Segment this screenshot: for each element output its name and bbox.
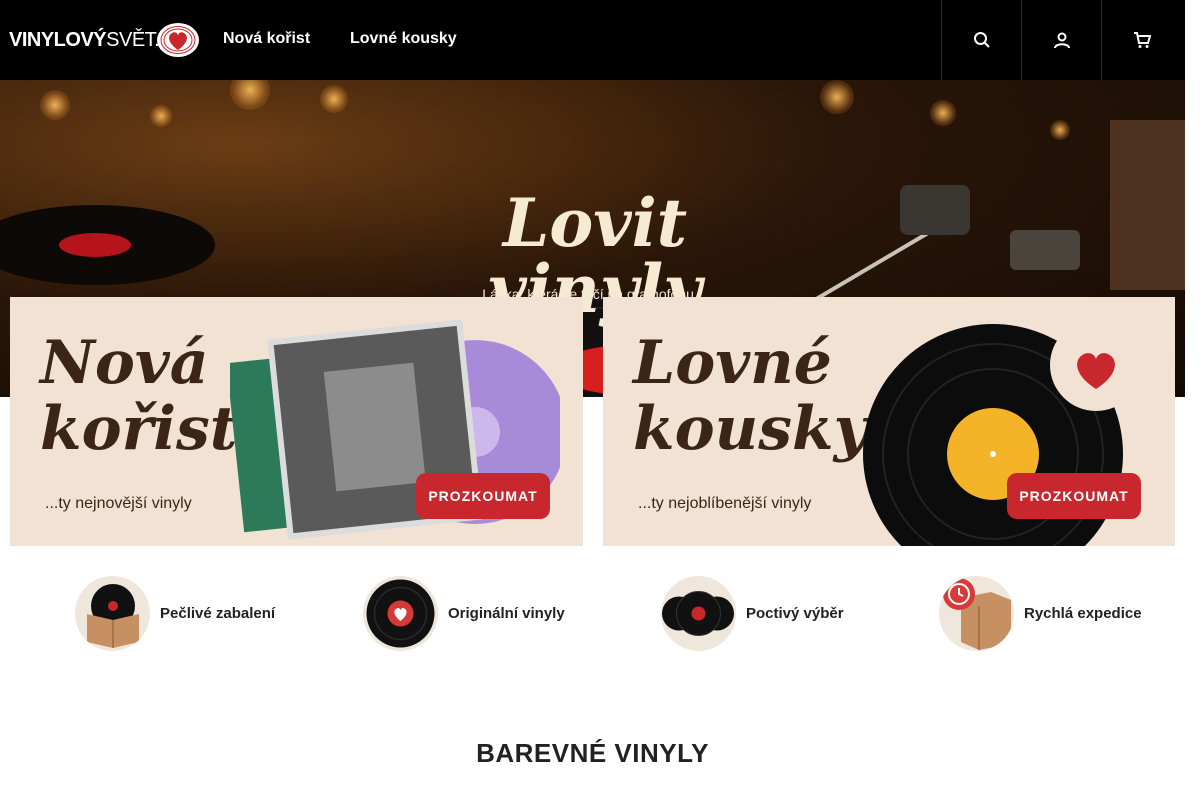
records-stack-icon — [661, 576, 736, 651]
cart-button[interactable] — [1101, 0, 1181, 80]
promo-nova-korist[interactable]: Nová kořist ...ty nejnovější vinyly PROZ… — [10, 297, 583, 546]
cart-icon — [1133, 32, 1151, 48]
site-logo[interactable]: VINYLOVÝ SVĚT.CZ — [9, 22, 199, 58]
feature-originalni-vinyly: Originální vinyly — [363, 576, 565, 651]
prozkoumat-button[interactable]: PROZKOUMAT — [416, 473, 550, 519]
prozkoumat-button[interactable]: PROZKOUMAT — [1007, 473, 1141, 519]
logo-bold-text: VINYLOVÝ — [9, 28, 107, 51]
feature-label: Originální vinyly — [448, 605, 565, 622]
nav-lovne-kousky[interactable]: Lovné kousky — [350, 30, 457, 48]
search-icon — [973, 32, 990, 48]
feature-peclive-zabaleni: Pečlivé zabalení — [75, 576, 275, 651]
feature-poctivy-vyber: Poctivý výběr — [661, 576, 844, 651]
feature-label: Pečlivé zabalení — [160, 605, 276, 622]
feature-rychla-expedice: Rychlá expedice — [939, 576, 1142, 651]
box-record-icon — [75, 576, 150, 651]
box-clock-icon — [939, 576, 1014, 651]
search-button[interactable] — [941, 0, 1021, 80]
promo-title-line1: Nová — [40, 328, 209, 398]
promo-title-line1: Lovné — [633, 328, 832, 398]
feature-label: Rychlá expedice — [1024, 605, 1142, 622]
nav-nova-korist[interactable]: Nová kořist — [223, 30, 310, 48]
promo-title-line2: kořist — [40, 394, 238, 464]
user-icon — [1053, 32, 1070, 49]
account-button[interactable] — [1021, 0, 1101, 80]
section-title-barevne-vinyly: BAREVNÉ VINYLY — [476, 738, 709, 768]
promo-subtitle: ...ty nejnovější vinyly — [45, 495, 192, 512]
promo-lovne-kousky[interactable]: Lovné kousky ...ty nejoblíbenější vinyly… — [603, 297, 1175, 546]
heart-record-logo-icon — [157, 23, 199, 57]
promo-title-line2: kousky — [633, 394, 869, 464]
promo-subtitle: ...ty nejoblíbenější vinyly — [638, 495, 812, 512]
feature-label: Poctivý výběr — [746, 605, 844, 622]
site-header: VINYLOVÝ SVĚT.CZ Nová kořist Lovné kousk… — [0, 0, 1185, 80]
record-heart-icon — [363, 576, 438, 651]
